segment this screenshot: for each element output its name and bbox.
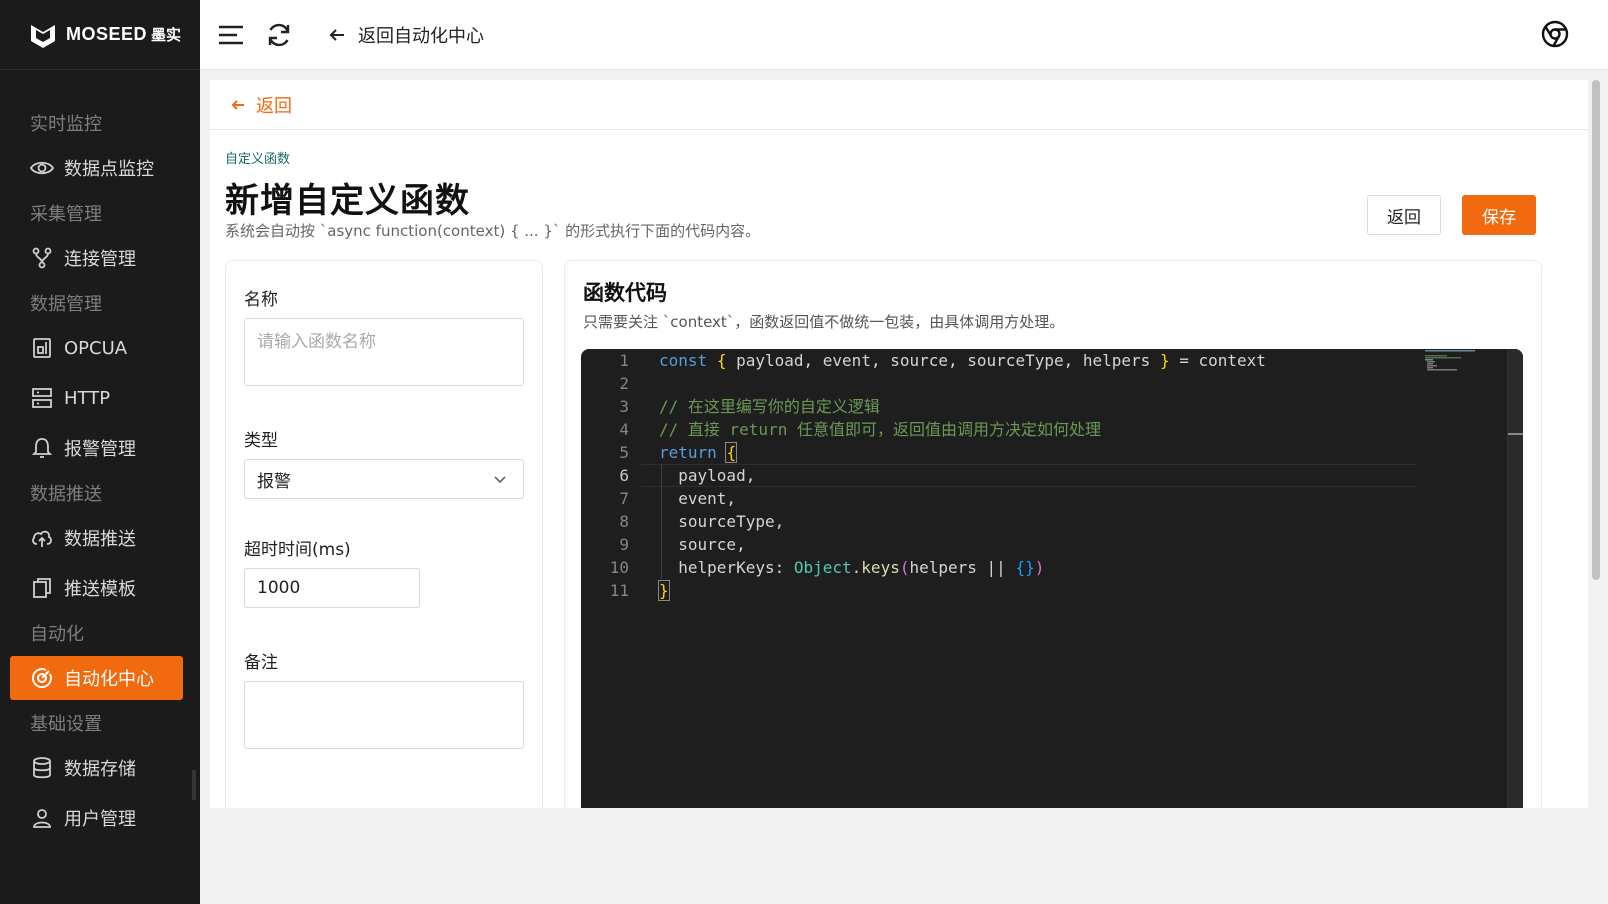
sidebar-item-push-template[interactable]: 推送模板 <box>0 566 200 610</box>
sidebar-item-label: 推送模板 <box>64 579 136 600</box>
main-panel: 返回 自定义函数 新增自定义函数 系统会自动按 `async function(… <box>210 80 1588 808</box>
arrow-left-icon <box>329 28 344 41</box>
sidebar-item-data-push[interactable]: 数据推送 <box>0 516 200 560</box>
code-title: 函数代码 <box>583 281 667 305</box>
sidebar: MOSEED 墨实 实时监控 数据点监控 采集管理 连接管理 数据管理 OPCU… <box>0 0 200 904</box>
database-icon <box>30 756 54 780</box>
group-title-data: 数据管理 <box>30 294 102 315</box>
sidebar-item-datapoint-monitor[interactable]: 数据点监控 <box>0 146 200 190</box>
back-button[interactable]: 返回 <box>1367 195 1441 235</box>
code-line: 2 <box>619 374 629 393</box>
code-card: 函数代码 只需要关注 `context`，函数返回值不做统一包装，由具体调用方处… <box>564 260 1542 808</box>
group-title-settings: 基础设置 <box>30 714 102 735</box>
page-scrollbar[interactable] <box>1592 80 1600 580</box>
sidebar-item-automation-center[interactable]: 自动化中心 <box>10 656 183 700</box>
device-icon <box>30 336 54 360</box>
server-icon <box>30 386 54 410</box>
type-select[interactable]: 报警 <box>244 459 524 499</box>
code-line: 8 sourceType, <box>619 512 785 531</box>
brand[interactable]: MOSEED 墨实 <box>0 0 200 70</box>
menu-icon[interactable] <box>216 20 246 50</box>
group-title-realtime: 实时监控 <box>30 114 102 135</box>
form-card: 名称 请输入函数名称 类型 报警 超时时间(ms) 1000 备注 <box>225 260 543 808</box>
sidebar-item-label: 数据推送 <box>64 529 136 550</box>
sidebar-scrollbar[interactable] <box>192 770 196 800</box>
editor-scrollbar[interactable] <box>1507 349 1523 808</box>
sidebar-item-opcua[interactable]: OPCUA <box>0 326 200 370</box>
remark-textarea[interactable] <box>244 681 524 749</box>
code-line: 1 const { payload, event, source, sourceT… <box>619 351 1266 370</box>
arrow-left-icon <box>231 99 244 110</box>
eye-icon <box>30 156 54 180</box>
breadcrumb[interactable]: 自定义函数 <box>225 148 1573 167</box>
sidebar-item-label: 数据点监控 <box>64 159 154 180</box>
group-title-collect: 采集管理 <box>30 204 102 225</box>
timeout-input[interactable]: 1000 <box>244 568 420 608</box>
name-label: 名称 <box>244 290 278 310</box>
copy-icon <box>30 576 54 600</box>
chrome-icon[interactable] <box>1540 19 1570 53</box>
moseed-logo <box>31 24 55 48</box>
bell-icon <box>30 436 54 460</box>
code-line: 10 helperKeys: Object.keys(helpers || {}… <box>609 558 1045 577</box>
back-to-automation-label: 返回自动化中心 <box>358 25 484 47</box>
code-line: 9 source, <box>619 535 746 554</box>
type-label: 类型 <box>244 431 278 451</box>
timeout-label: 超时时间(ms) <box>244 540 351 560</box>
save-button[interactable]: 保存 <box>1462 195 1536 235</box>
code-line: 6 payload, <box>619 466 756 485</box>
sidebar-nav: 实时监控 数据点监控 采集管理 连接管理 数据管理 OPCUA HTTP 报警管… <box>0 70 200 840</box>
code-line: 11} <box>609 580 670 601</box>
sidebar-item-http[interactable]: HTTP <box>0 376 200 420</box>
refresh-icon[interactable] <box>264 20 294 50</box>
back-to-automation-link[interactable]: 返回自动化中心 <box>328 22 484 48</box>
sidebar-item-alarms[interactable]: 报警管理 <box>0 426 200 470</box>
group-title-automation: 自动化 <box>30 624 84 645</box>
group-title-push: 数据推送 <box>30 484 102 505</box>
sidebar-item-users[interactable]: 用户管理 <box>0 796 200 840</box>
back-link-label: 返回 <box>256 95 292 117</box>
type-select-value: 报警 <box>257 471 291 492</box>
code-line: 5 return { <box>619 442 738 463</box>
code-line: 7 event, <box>619 489 737 508</box>
brand-name: MOSEED <box>66 24 148 44</box>
code-description: 只需要关注 `context`，函数返回值不做统一包装，由具体调用方处理。 <box>583 313 1065 331</box>
code-minimap[interactable] <box>1425 349 1505 373</box>
chevron-down-icon <box>494 476 506 484</box>
code-line: 3// 在这里编写你的自定义逻辑 <box>619 397 880 416</box>
code-line: 4// 直接 return 任意值即可，返回值由调用方决定如何处理 <box>619 420 1101 439</box>
code-editor[interactable]: 1 const { payload, event, source, sourceT… <box>581 349 1523 808</box>
sidebar-item-label: 用户管理 <box>64 809 136 830</box>
target-icon <box>30 666 54 690</box>
sidebar-item-connections[interactable]: 连接管理 <box>0 236 200 280</box>
sidebar-item-label: HTTP <box>64 387 111 409</box>
sidebar-item-label: 数据存储 <box>64 759 136 780</box>
sidebar-item-label: 自动化中心 <box>64 669 154 690</box>
sidebar-item-label: 连接管理 <box>64 249 136 270</box>
cloud-upload-icon <box>30 526 54 550</box>
page-header: 自定义函数 新增自定义函数 系统会自动按 `async function(con… <box>210 130 1588 260</box>
back-link[interactable]: 返回 <box>210 80 1588 130</box>
brand-cn: 墨实 <box>151 26 182 44</box>
user-icon <box>30 806 54 830</box>
remark-label: 备注 <box>244 653 278 673</box>
topbar: 返回自动化中心 <box>200 0 1608 70</box>
name-input[interactable]: 请输入函数名称 <box>244 318 524 386</box>
sidebar-item-label: OPCUA <box>64 337 128 359</box>
sidebar-item-label: 报警管理 <box>64 439 136 460</box>
branch-icon <box>30 246 54 270</box>
sidebar-item-data-storage[interactable]: 数据存储 <box>0 746 200 790</box>
